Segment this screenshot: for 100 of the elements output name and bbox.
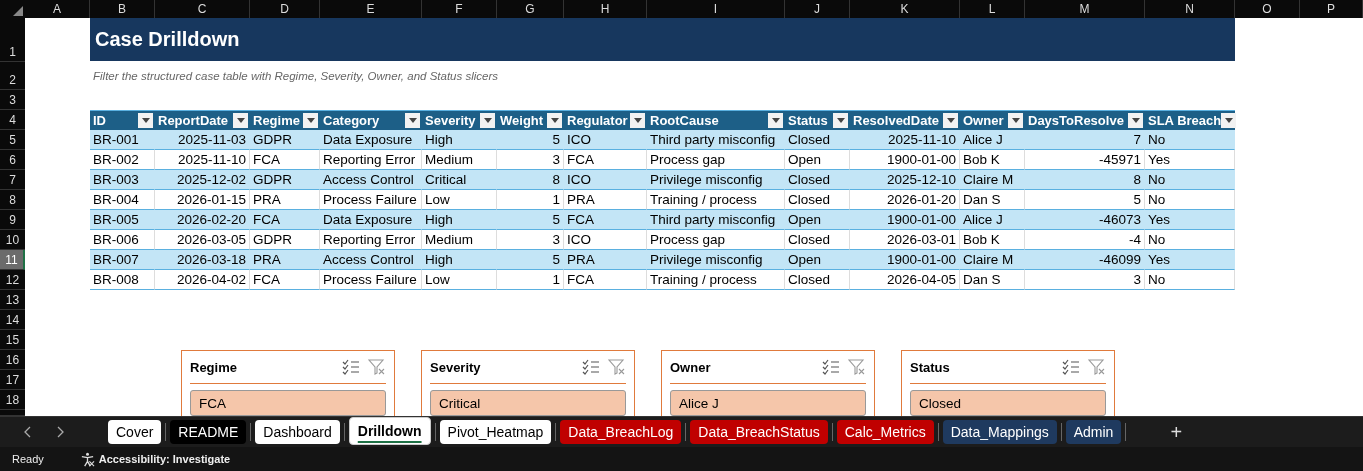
filter-dropdown-button[interactable] bbox=[1128, 113, 1143, 128]
row-header[interactable]: 10 bbox=[0, 230, 25, 250]
multi-select-icon[interactable] bbox=[822, 359, 840, 375]
row-header[interactable]: 13 bbox=[0, 290, 25, 310]
sheet-tab[interactable]: Dashboard bbox=[255, 420, 340, 444]
column-header[interactable]: E bbox=[320, 0, 422, 18]
multi-select-icon[interactable] bbox=[1062, 359, 1080, 375]
row-header[interactable]: 17 bbox=[0, 370, 25, 390]
column-header[interactable]: C bbox=[155, 0, 250, 18]
row-header[interactable]: 15 bbox=[0, 330, 25, 350]
table-cell: Low bbox=[422, 190, 497, 210]
filter-dropdown-button[interactable] bbox=[833, 113, 848, 128]
row-header[interactable]: 12 bbox=[0, 270, 25, 290]
add-sheet-button[interactable]: + bbox=[1166, 420, 1187, 444]
column-header[interactable]: D bbox=[250, 0, 320, 18]
table-cell: Open bbox=[785, 250, 850, 270]
table-cell: 2026-03-01 bbox=[850, 230, 960, 250]
sheet-tab[interactable]: Drilldown bbox=[348, 417, 431, 445]
slicer-item[interactable]: FCA bbox=[190, 390, 386, 416]
column-header[interactable]: A bbox=[25, 0, 90, 18]
accessibility-icon[interactable] bbox=[79, 451, 95, 467]
slicer-item[interactable]: Critical bbox=[430, 390, 626, 416]
row-header[interactable]: 6 bbox=[0, 150, 25, 170]
clear-filter-icon[interactable] bbox=[848, 359, 866, 375]
table-cell: Data Exposure bbox=[320, 130, 422, 150]
table-cell: Data Exposure bbox=[320, 210, 422, 230]
caret-icon bbox=[483, 118, 492, 123]
column-header[interactable]: N bbox=[1145, 0, 1235, 18]
table-cell: PRA bbox=[564, 190, 647, 210]
filter-dropdown-button[interactable] bbox=[547, 113, 562, 128]
filter-dropdown-button[interactable] bbox=[303, 113, 318, 128]
row-header[interactable]: 14 bbox=[0, 310, 25, 330]
column-header[interactable]: M bbox=[1025, 0, 1145, 18]
row-header[interactable]: 9 bbox=[0, 210, 25, 230]
row-header[interactable]: 8 bbox=[0, 190, 25, 210]
table-cell: No bbox=[1145, 130, 1235, 150]
sheet-tab[interactable]: Data_BreachStatus bbox=[690, 420, 828, 444]
filter-dropdown-button[interactable] bbox=[1221, 113, 1237, 128]
table-cell: Closed bbox=[785, 230, 850, 250]
row-header[interactable]: 3 bbox=[0, 90, 25, 110]
column-header[interactable]: G bbox=[497, 0, 564, 18]
sheet-tab[interactable]: Data_BreachLog bbox=[560, 420, 682, 444]
select-all-icon[interactable] bbox=[13, 6, 23, 16]
column-header[interactable]: L bbox=[960, 0, 1025, 18]
slicer-item[interactable]: Alice J bbox=[670, 390, 866, 416]
table-cell: ICO bbox=[564, 230, 647, 250]
filter-dropdown-button[interactable] bbox=[630, 113, 645, 128]
row-header[interactable]: 5 bbox=[0, 130, 25, 150]
clear-filter-icon[interactable] bbox=[608, 359, 626, 375]
table-cell: Medium bbox=[422, 230, 497, 250]
table-cell: Process Failure bbox=[320, 190, 422, 210]
sheet-tab[interactable]: Pivot_Heatmap bbox=[439, 420, 552, 444]
filter-dropdown-button[interactable] bbox=[768, 113, 783, 128]
row-header[interactable]: 16 bbox=[0, 350, 25, 370]
accessibility-status[interactable]: Accessibility: Investigate bbox=[98, 453, 231, 465]
column-label: Status bbox=[788, 113, 828, 128]
column-header[interactable]: I bbox=[647, 0, 785, 18]
column-header[interactable]: H bbox=[564, 0, 647, 18]
table-cell: ICO bbox=[564, 130, 647, 150]
row-header[interactable]: 2 bbox=[0, 62, 25, 90]
filter-dropdown-button[interactable] bbox=[405, 113, 420, 128]
table-cell: 1900-01-00 bbox=[850, 210, 960, 230]
filter-dropdown-button[interactable] bbox=[138, 113, 153, 128]
filter-dropdown-button[interactable] bbox=[943, 113, 958, 128]
row-header[interactable]: 11 bbox=[0, 250, 25, 270]
sheet-tab[interactable]: README bbox=[170, 420, 247, 444]
table-cell: 8 bbox=[1025, 170, 1145, 190]
filter-dropdown-button[interactable] bbox=[1008, 113, 1023, 128]
row-header[interactable]: 18 bbox=[0, 390, 25, 410]
slicer-item[interactable]: Closed bbox=[910, 390, 1106, 416]
filter-dropdown-button[interactable] bbox=[233, 113, 248, 128]
multi-select-icon[interactable] bbox=[342, 359, 360, 375]
previous-sheet-icon[interactable] bbox=[24, 426, 32, 438]
row-header[interactable]: 1 bbox=[0, 18, 25, 62]
row-header[interactable]: 4 bbox=[0, 110, 25, 130]
caret-icon bbox=[236, 118, 245, 123]
column-header[interactable]: F bbox=[422, 0, 497, 18]
column-header[interactable]: J bbox=[785, 0, 850, 18]
sheet-tab[interactable]: Admin bbox=[1065, 420, 1122, 444]
column-header[interactable]: K bbox=[850, 0, 960, 18]
column-header[interactable]: P bbox=[1300, 0, 1363, 18]
column-label: Regulator bbox=[567, 113, 628, 128]
caret-icon bbox=[771, 118, 780, 123]
sheet-tab[interactable]: Calc_Metrics bbox=[836, 420, 934, 444]
multi-select-icon[interactable] bbox=[582, 359, 600, 375]
column-header[interactable]: B bbox=[90, 0, 155, 18]
table-cell: -46073 bbox=[1025, 210, 1145, 230]
filter-dropdown-button[interactable] bbox=[480, 113, 495, 128]
clear-filter-icon[interactable] bbox=[368, 359, 386, 375]
caret-icon bbox=[1011, 118, 1020, 123]
next-sheet-icon[interactable] bbox=[56, 426, 64, 438]
table-cell: 3 bbox=[497, 150, 564, 170]
table-cell: Dan S bbox=[960, 190, 1025, 210]
row-header[interactable]: 7 bbox=[0, 170, 25, 190]
title-banner: Case Drilldown bbox=[90, 18, 1235, 61]
table-cell: Yes bbox=[1145, 250, 1235, 270]
column-header[interactable]: O bbox=[1235, 0, 1300, 18]
sheet-tab[interactable]: Cover bbox=[108, 420, 162, 444]
clear-filter-icon[interactable] bbox=[1088, 359, 1106, 375]
sheet-tab[interactable]: Data_Mappings bbox=[942, 420, 1057, 444]
